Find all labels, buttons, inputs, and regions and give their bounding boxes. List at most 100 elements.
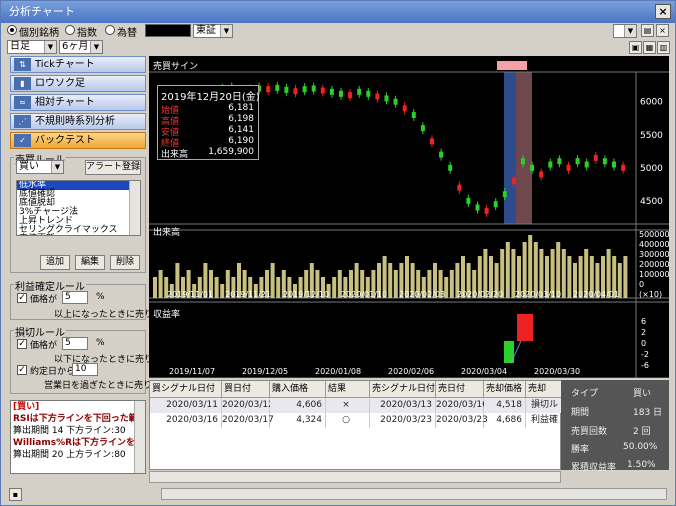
price-tick: 5000	[640, 164, 663, 174]
table-header[interactable]: 売日付	[436, 381, 484, 398]
table-header[interactable]: 売却	[526, 381, 562, 398]
table-header[interactable]: 購入価格	[270, 381, 326, 398]
save-icon[interactable]: ▣	[629, 41, 642, 54]
return-date-tick: 2019/11/07	[169, 367, 215, 376]
edit-button[interactable]: 編集	[75, 255, 105, 270]
market-value: 東証	[196, 25, 216, 36]
table-header[interactable]: 売却価格	[484, 381, 526, 398]
nav-label: バックテスト	[35, 135, 95, 146]
radio-stock[interactable]	[7, 25, 17, 35]
buy-zone	[504, 72, 516, 224]
print-icon[interactable]: ▤	[641, 24, 654, 37]
radio-fx-label: 為替	[117, 28, 137, 39]
stat-type-value: 買い	[633, 389, 652, 399]
layout-select[interactable]: ▼	[613, 24, 637, 38]
loss-unit: %	[96, 338, 105, 348]
return-tick: -6	[641, 361, 649, 370]
table-header[interactable]: 売シグナル日付	[370, 381, 436, 398]
add-button[interactable]: 追加	[40, 255, 70, 270]
resize-icon[interactable]: ▪	[9, 488, 22, 501]
volume-bar	[567, 256, 572, 298]
price-tick: 4500	[640, 197, 663, 207]
return-date-tick: 2019/12/05	[242, 367, 288, 376]
symbol-input[interactable]	[145, 24, 191, 37]
days-input[interactable]: 10	[72, 363, 98, 376]
return-tick: 0	[641, 339, 646, 348]
table-header[interactable]: 結果	[326, 381, 370, 398]
table-cell: 2020/03/23	[436, 413, 488, 428]
radio-stock-label: 個別銘柄	[19, 28, 59, 39]
radio-fx[interactable]	[105, 25, 115, 35]
nav-backtest[interactable]: ✓ バックテスト	[10, 132, 146, 149]
volume-tick: 100000	[639, 270, 669, 279]
period-value: 日足	[10, 41, 30, 52]
summary-line3: Williams%Rは下方ラインを上回	[13, 438, 146, 448]
profit-checkbox[interactable]: ✓	[17, 293, 27, 303]
buy-type-select[interactable]: 買い ▼	[16, 160, 64, 174]
table-header[interactable]: 買シグナル日付	[150, 381, 222, 398]
tooltip-value: 6,181	[228, 103, 254, 113]
range-select[interactable]: 6ヶ月 ▼	[59, 40, 103, 54]
chart-icon[interactable]: ▥	[657, 41, 670, 54]
nav-irregular[interactable]: ⋰ 不規則時系列分析	[10, 113, 146, 130]
stat-period-label: 期間	[571, 408, 590, 418]
return-title: 収益率	[153, 310, 181, 320]
nav-relative[interactable]: ≈ 相対チャート	[10, 94, 146, 111]
close-icon[interactable]: ×	[656, 24, 669, 37]
nav-tick[interactable]: ⇅ Tickチャート	[10, 56, 146, 73]
loss-checkbox[interactable]: ✓	[17, 339, 27, 349]
summary-line2: 算出期間 14 下方ライン:30	[13, 426, 126, 436]
rule-list-item[interactable]: 安値更新	[19, 235, 55, 236]
radio-index[interactable]	[65, 25, 75, 35]
table-cell: 2020/03/12	[222, 398, 274, 413]
chevron-down-icon: ▼	[624, 25, 636, 37]
profit-unit: %	[96, 292, 105, 302]
table-cell: 2020/03/11	[150, 398, 222, 413]
date-tick: 2020/02/20	[457, 290, 503, 299]
tooltip-label: 出来高	[161, 150, 189, 160]
chart-area[interactable]: 6000 5500 5000 4500 500000 400000 300000 200000…	[149, 56, 670, 379]
toolbar: 個別銘柄 指数 為替 東証 ▼ ▼ ▤ ×	[1, 23, 675, 39]
delete-button[interactable]: 削除	[110, 255, 140, 270]
return-date-tick: 2020/02/06	[388, 367, 434, 376]
trade-table[interactable]: 買シグナル日付 買日付 購入価格 結果 売シグナル日付 売日付 売却価格 売却 2020/03…	[149, 380, 562, 470]
tick-icon: ⇅	[14, 58, 31, 71]
volume-bar	[220, 284, 225, 298]
chart-hscroll[interactable]	[161, 488, 667, 500]
table-hscroll[interactable]	[149, 471, 561, 483]
stat-return-value: 1.50%	[627, 460, 656, 470]
date-tick: 2019/12/10	[283, 290, 329, 299]
close-button[interactable]: ×	[655, 4, 671, 19]
volume-title: 出来高	[153, 228, 181, 238]
market-select[interactable]: 東証 ▼	[193, 24, 233, 38]
radio-index-label: 指数	[77, 28, 97, 39]
volume-tick: 200000	[639, 260, 669, 269]
date-tick: 2019/11/21	[225, 290, 271, 299]
stat-type-label: タイプ	[571, 389, 599, 399]
title-bar: 分析チャート ×	[1, 1, 675, 23]
tooltip-value: 6,198	[228, 114, 254, 124]
relative-icon: ≈	[14, 96, 31, 109]
stat-count-value: 2 回	[633, 427, 651, 437]
chart-title: 売買サイン	[153, 62, 199, 72]
summary-scrollbar[interactable]	[134, 401, 145, 473]
export-icon[interactable]: ▦	[643, 41, 656, 54]
table-cell: ×	[326, 398, 370, 413]
days-checkbox[interactable]: ✓	[17, 365, 27, 375]
return-tick: 2	[641, 328, 646, 337]
nav-candle[interactable]: ▮ ロウソク足	[10, 75, 146, 92]
volume-bar	[214, 277, 219, 298]
irregular-icon: ⋰	[14, 115, 31, 128]
tooltip: 2019年12月20日(金) 始値 6,181 高値 6,198 安値 6,141 終値 6,…	[157, 85, 260, 160]
rule-list-scrollbar[interactable]	[129, 181, 140, 235]
rule-list[interactable]: 低水準底値確認底値脱却3%チャージ法上昇トレンドセリングクライマックス安値更新	[16, 180, 141, 236]
volume-bar	[332, 277, 337, 298]
period-select[interactable]: 日足 ▼	[7, 40, 57, 54]
alert-button[interactable]: アラート登録	[85, 160, 141, 175]
profit-input[interactable]: 5	[62, 291, 88, 304]
loss-price-label: 価格が	[30, 341, 58, 351]
loss-input[interactable]: 5	[62, 337, 88, 350]
table-cell: 利益確	[526, 413, 562, 428]
table-header[interactable]: 買日付	[222, 381, 270, 398]
volume-bar	[158, 270, 163, 298]
